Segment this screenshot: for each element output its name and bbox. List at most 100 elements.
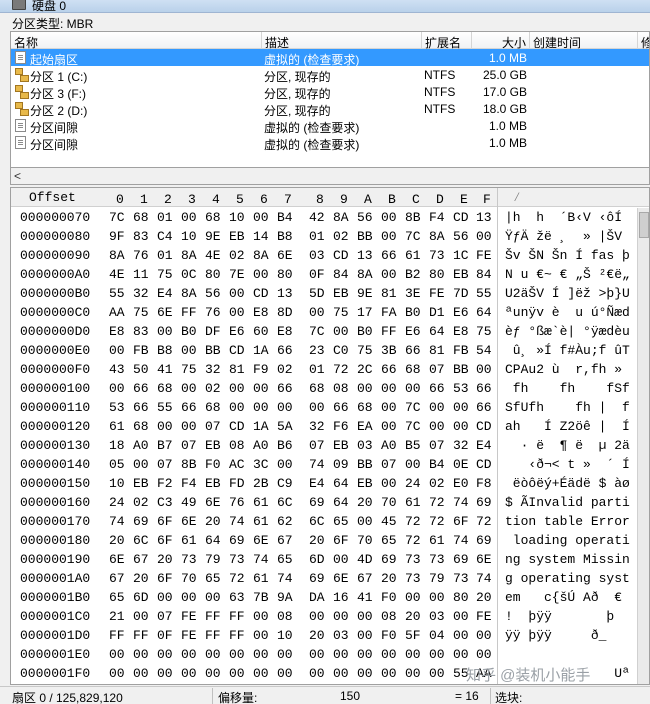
hex-byte[interactable]: 00 (476, 628, 492, 643)
hex-byte[interactable]: B8 (157, 343, 173, 358)
hex-byte[interactable]: 00 (309, 400, 325, 415)
hex-byte[interactable]: 00 (253, 267, 269, 282)
hex-byte[interactable]: 07 (429, 438, 445, 453)
ascii-text[interactable]: tion table Error (505, 514, 633, 529)
hex-byte[interactable]: 65 (333, 514, 349, 529)
hex-byte[interactable]: 73 (429, 552, 445, 567)
hex-byte[interactable]: 74 (453, 495, 469, 510)
hex-byte[interactable]: 20 (133, 571, 149, 586)
hex-byte[interactable]: 23 (309, 343, 325, 358)
hex-byte[interactable]: 55 (109, 286, 125, 301)
hex-row[interactable]: 0000001E0 00 00 00 00 00 00 00 00 00 00 00 00 00 00 00 0… (11, 645, 649, 664)
hex-byte[interactable]: 9A (277, 590, 293, 605)
hex-byte[interactable]: 66 (181, 400, 197, 415)
hex-byte[interactable]: 6E (109, 552, 125, 567)
hex-byte[interactable]: 03 (357, 438, 373, 453)
hex-byte[interactable]: 69 (133, 514, 149, 529)
hex-byte[interactable]: 9E (357, 286, 373, 301)
hex-byte[interactable]: B0 (357, 324, 373, 339)
hex-byte[interactable]: 68 (205, 400, 221, 415)
ascii-text[interactable]: ŸƒÄ žë ¸ » |ŠV (505, 229, 633, 244)
hex-byte[interactable]: 68 (133, 419, 149, 434)
hex-byte[interactable]: 00 (405, 647, 421, 662)
hex-byte[interactable]: B2 (405, 267, 421, 282)
hex-byte[interactable]: 02 (205, 381, 221, 396)
hex-byte[interactable]: FF (205, 628, 221, 643)
hex-byte[interactable]: DF (205, 324, 221, 339)
hex-byte[interactable]: CD (476, 419, 492, 434)
hex-byte[interactable]: CD (476, 457, 492, 472)
hex-byte[interactable]: 74 (253, 552, 269, 567)
hex-byte[interactable]: 61 (429, 533, 445, 548)
hex-byte[interactable]: 00 (429, 400, 445, 415)
ascii-text[interactable]: CPAu2 ù r,fh » (505, 362, 633, 377)
hex-byte[interactable]: 10 (277, 628, 293, 643)
hex-byte[interactable]: 07 (157, 457, 173, 472)
hex-byte[interactable]: FF (133, 628, 149, 643)
hex-byte[interactable]: 0E (453, 457, 469, 472)
hex-byte[interactable]: 75 (333, 305, 349, 320)
hex-byte[interactable]: FE (181, 628, 197, 643)
hex-byte[interactable]: 7E (229, 267, 245, 282)
hex-byte[interactable]: 20 (309, 533, 325, 548)
hex-byte[interactable]: 73 (405, 552, 421, 567)
hex-byte[interactable]: CD (229, 419, 245, 434)
hex-byte[interactable]: 00 (381, 210, 397, 225)
hex-byte[interactable]: 5A (277, 419, 293, 434)
hex-byte[interactable]: 63 (229, 590, 245, 605)
hex-row[interactable]: 000000120 61 68 00 00 07 CD 1A 5A 32 F6 EA 00 7C 00 00 C… (11, 417, 649, 436)
hex-byte[interactable]: 72 (333, 362, 349, 377)
hex-byte[interactable]: 8A (181, 286, 197, 301)
hex-byte[interactable]: 32 (133, 286, 149, 301)
hex-byte[interactable]: 00 (476, 362, 492, 377)
hex-row[interactable]: 0000001B0 65 6D 00 00 00 63 7B 9A DA 16 41 F0 00 00 80 2… (11, 588, 649, 607)
hex-byte[interactable]: 66 (277, 381, 293, 396)
hex-byte[interactable]: 80 (277, 267, 293, 282)
hex-view[interactable]: Offset 0123456789ABCDEF ⁄ 000000070 7C 68 0… (10, 187, 650, 685)
hex-byte[interactable]: E6 (453, 305, 469, 320)
hex-byte[interactable]: 84 (333, 267, 349, 282)
hex-byte[interactable]: 75 (357, 343, 373, 358)
hex-byte[interactable]: 13 (277, 286, 293, 301)
hex-byte[interactable]: 53 (109, 400, 125, 415)
hex-byte[interactable]: 00 (453, 628, 469, 643)
hex-byte[interactable]: 76 (229, 495, 245, 510)
hex-byte[interactable]: F4 (429, 210, 445, 225)
hex-byte[interactable]: EB (453, 267, 469, 282)
hex-byte[interactable]: 61 (253, 571, 269, 586)
hex-byte[interactable]: 17 (357, 305, 373, 320)
hex-byte[interactable]: 00 (157, 419, 173, 434)
hex-byte[interactable]: 14 (253, 229, 269, 244)
hex-byte[interactable]: 6F (157, 533, 173, 548)
partition-row[interactable]: 分区 1 (C:) 分区, 现存的 NTFS 25.0 GB (11, 66, 649, 84)
hex-byte[interactable]: 00 (405, 457, 421, 472)
hex-byte[interactable]: 6E (277, 248, 293, 263)
hex-byte[interactable]: 00 (109, 666, 125, 681)
hex-byte[interactable]: EA (357, 419, 373, 434)
hex-byte[interactable]: 68 (205, 210, 221, 225)
hex-byte[interactable]: 7C (405, 419, 421, 434)
hex-row[interactable]: 0000000B0 55 32 E4 8A 56 00 CD 13 5D EB 9E 81 3E FE 7D 5… (11, 284, 649, 303)
hex-byte[interactable]: 00 (453, 609, 469, 624)
hex-byte[interactable]: 2C (357, 362, 373, 377)
hex-row[interactable]: 000000130 18 A0 B7 07 EB 08 A0 B6 07 EB 03 A0 B5 07 32 E… (11, 436, 649, 455)
hex-byte[interactable]: FF (181, 305, 197, 320)
hex-row[interactable]: 000000070 7C 68 01 00 68 10 00 B4 42 8A 56 00 8B F4 CD 1… (11, 208, 649, 227)
hex-byte[interactable]: 00 (181, 210, 197, 225)
hex-byte[interactable]: 65 (205, 571, 221, 586)
hex-byte[interactable]: 73 (229, 552, 245, 567)
hex-byte[interactable]: 72 (429, 514, 445, 529)
hex-byte[interactable]: 00 (157, 666, 173, 681)
hex-byte[interactable]: E8 (253, 305, 269, 320)
hex-byte[interactable]: CD (253, 286, 269, 301)
hex-byte[interactable]: 00 (181, 343, 197, 358)
hex-byte[interactable]: 3B (381, 343, 397, 358)
hex-byte[interactable]: 01 (157, 248, 173, 263)
hex-byte[interactable]: 68 (309, 381, 325, 396)
hex-byte[interactable]: 13 (357, 248, 373, 263)
hex-byte[interactable]: 66 (381, 248, 397, 263)
hex-byte[interactable]: FE (476, 248, 492, 263)
hex-byte[interactable]: 81 (381, 286, 397, 301)
hex-byte[interactable]: 6E (181, 514, 197, 529)
ascii-text[interactable]: Šv ŠN Šn Í fas þ (505, 248, 633, 263)
